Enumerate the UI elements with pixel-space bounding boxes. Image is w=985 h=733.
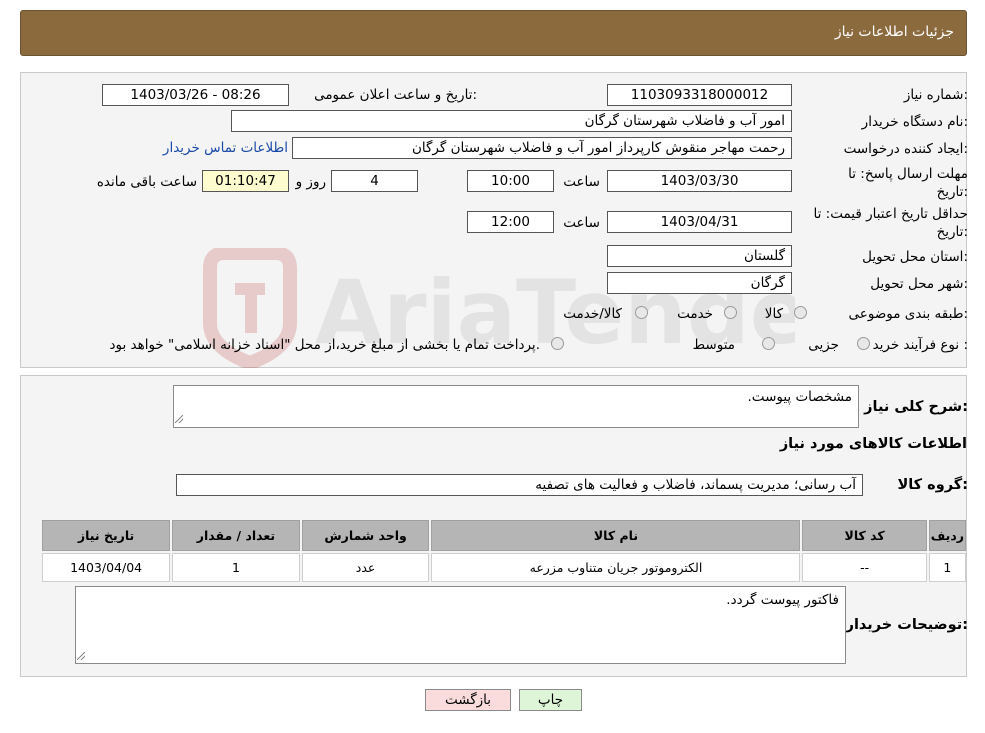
print-button[interactable]: چاپ: [519, 689, 582, 711]
col-quantity: تعداد / مقدار: [172, 520, 300, 551]
process-type-label: نوع فرآیند خرید :: [872, 337, 968, 353]
cell-goods-code: --: [802, 553, 927, 582]
validity-time-field: 12:00: [467, 211, 554, 233]
validity-label-date: تاریخ:: [936, 224, 968, 240]
buyer-contact-link[interactable]: اطلاعات تماس خریدار: [163, 140, 288, 156]
col-need-date: تاریخ نیاز: [42, 520, 171, 551]
creator-label: ایجاد کننده درخواست:: [843, 141, 968, 157]
deadline-date-field: 1403/03/30: [607, 170, 792, 192]
cell-unit: عدد: [301, 553, 430, 582]
cell-quantity: 1: [172, 553, 300, 582]
goods-group-label: گروه کالا:: [897, 477, 968, 493]
page-header: جزئیات اطلاعات نیاز: [20, 10, 967, 56]
need-number-field: 1103093318000012: [607, 84, 792, 106]
deadline-label-date: تاریخ:: [936, 184, 968, 200]
table-row: 1 -- الکتروموتور جریان متناوب مزرعه عدد …: [42, 553, 966, 582]
deadline-label: مهلت ارسال پاسخ: تا: [848, 166, 968, 182]
cell-goods-name: الکتروموتور جریان متناوب مزرعه: [431, 553, 801, 582]
city-label: شهر محل تحویل:: [870, 276, 968, 292]
cell-need-date: 1403/04/04: [42, 553, 171, 582]
buyer-org-label: نام دستگاه خریدار:: [861, 114, 968, 130]
buyer-notes-textarea[interactable]: فاکتور پیوست گردد.: [75, 586, 846, 664]
process-note: پرداخت تمام یا بخشی از مبلغ خرید،از محل …: [109, 337, 540, 353]
page-title: جزئیات اطلاعات نیاز: [834, 24, 954, 40]
goods-group-field: آب رسانی؛ مدیریت پسماند، فاضلاب و فعالیت…: [176, 474, 863, 496]
need-number-label: شماره نیاز:: [903, 87, 968, 103]
buyer-org-field: امور آب و فاضلاب شهرستان گرگان: [231, 110, 792, 132]
col-unit: واحد شمارش: [301, 520, 430, 551]
announce-date-label: تاریخ و ساعت اعلان عمومی:: [314, 87, 477, 103]
goods-table-header: ردیف کد کالا نام کالا واحد شمارش تعداد /…: [42, 520, 966, 551]
category-service-radio[interactable]: [724, 306, 737, 319]
category-goods-radio[interactable]: [794, 306, 807, 319]
validity-label: حداقل تاریخ اعتبار قیمت: تا: [813, 206, 968, 222]
summary-resize-handle[interactable]: [175, 415, 183, 423]
remaining-label: ساعت باقی مانده: [96, 174, 197, 190]
remaining-time-field: 01:10:47: [202, 170, 289, 192]
treasury-note-radio[interactable]: [551, 337, 564, 350]
col-goods-name: نام کالا: [431, 520, 801, 551]
category-goods-service-label: کالا/خدمت: [563, 306, 622, 322]
deadline-time-field: 10:00: [467, 170, 554, 192]
col-goods-code: کد کالا: [802, 520, 927, 551]
creator-field: رحمت مهاجر منقوش کارپرداز امور آب و فاضل…: [292, 137, 792, 159]
buyer-notes-resize-handle[interactable]: [77, 652, 85, 660]
category-goods-label: کالا: [764, 306, 783, 322]
category-goods-service-radio[interactable]: [635, 306, 648, 319]
process-medium-label: متوسط: [692, 337, 735, 353]
process-minor-label: جزیی: [808, 337, 839, 353]
buyer-notes-label: توضیحات خریدار:: [845, 617, 968, 633]
summary-label: شرح کلی نیاز:: [864, 399, 968, 415]
summary-textarea[interactable]: مشخصات پیوست.: [173, 385, 859, 428]
validity-date-field: 1403/04/31: [607, 211, 792, 233]
validity-time-label: ساعت: [563, 215, 600, 231]
days-label: روز و: [295, 174, 326, 190]
remaining-days-field: 4: [331, 170, 418, 192]
process-minor-radio[interactable]: [857, 337, 870, 350]
category-label: طبقه بندی موضوعی:: [848, 306, 968, 322]
province-field: گلستان: [607, 245, 792, 267]
province-label: استان محل تحویل:: [862, 249, 968, 265]
goods-table: ردیف کد کالا نام کالا واحد شمارش تعداد /…: [40, 518, 968, 584]
category-service-label: خدمت: [677, 306, 713, 322]
cell-row-number: 1: [928, 553, 966, 582]
goods-section-title: اطلاعات کالاهای مورد نیاز: [779, 436, 967, 452]
process-medium-radio[interactable]: [762, 337, 775, 350]
deadline-time-label: ساعت: [563, 174, 600, 190]
col-row-number: ردیف: [928, 520, 966, 551]
back-button[interactable]: بازگشت: [425, 689, 511, 711]
city-field: گرگان: [607, 272, 792, 294]
announce-date-field: 1403/03/26 - 08:26: [102, 84, 289, 106]
